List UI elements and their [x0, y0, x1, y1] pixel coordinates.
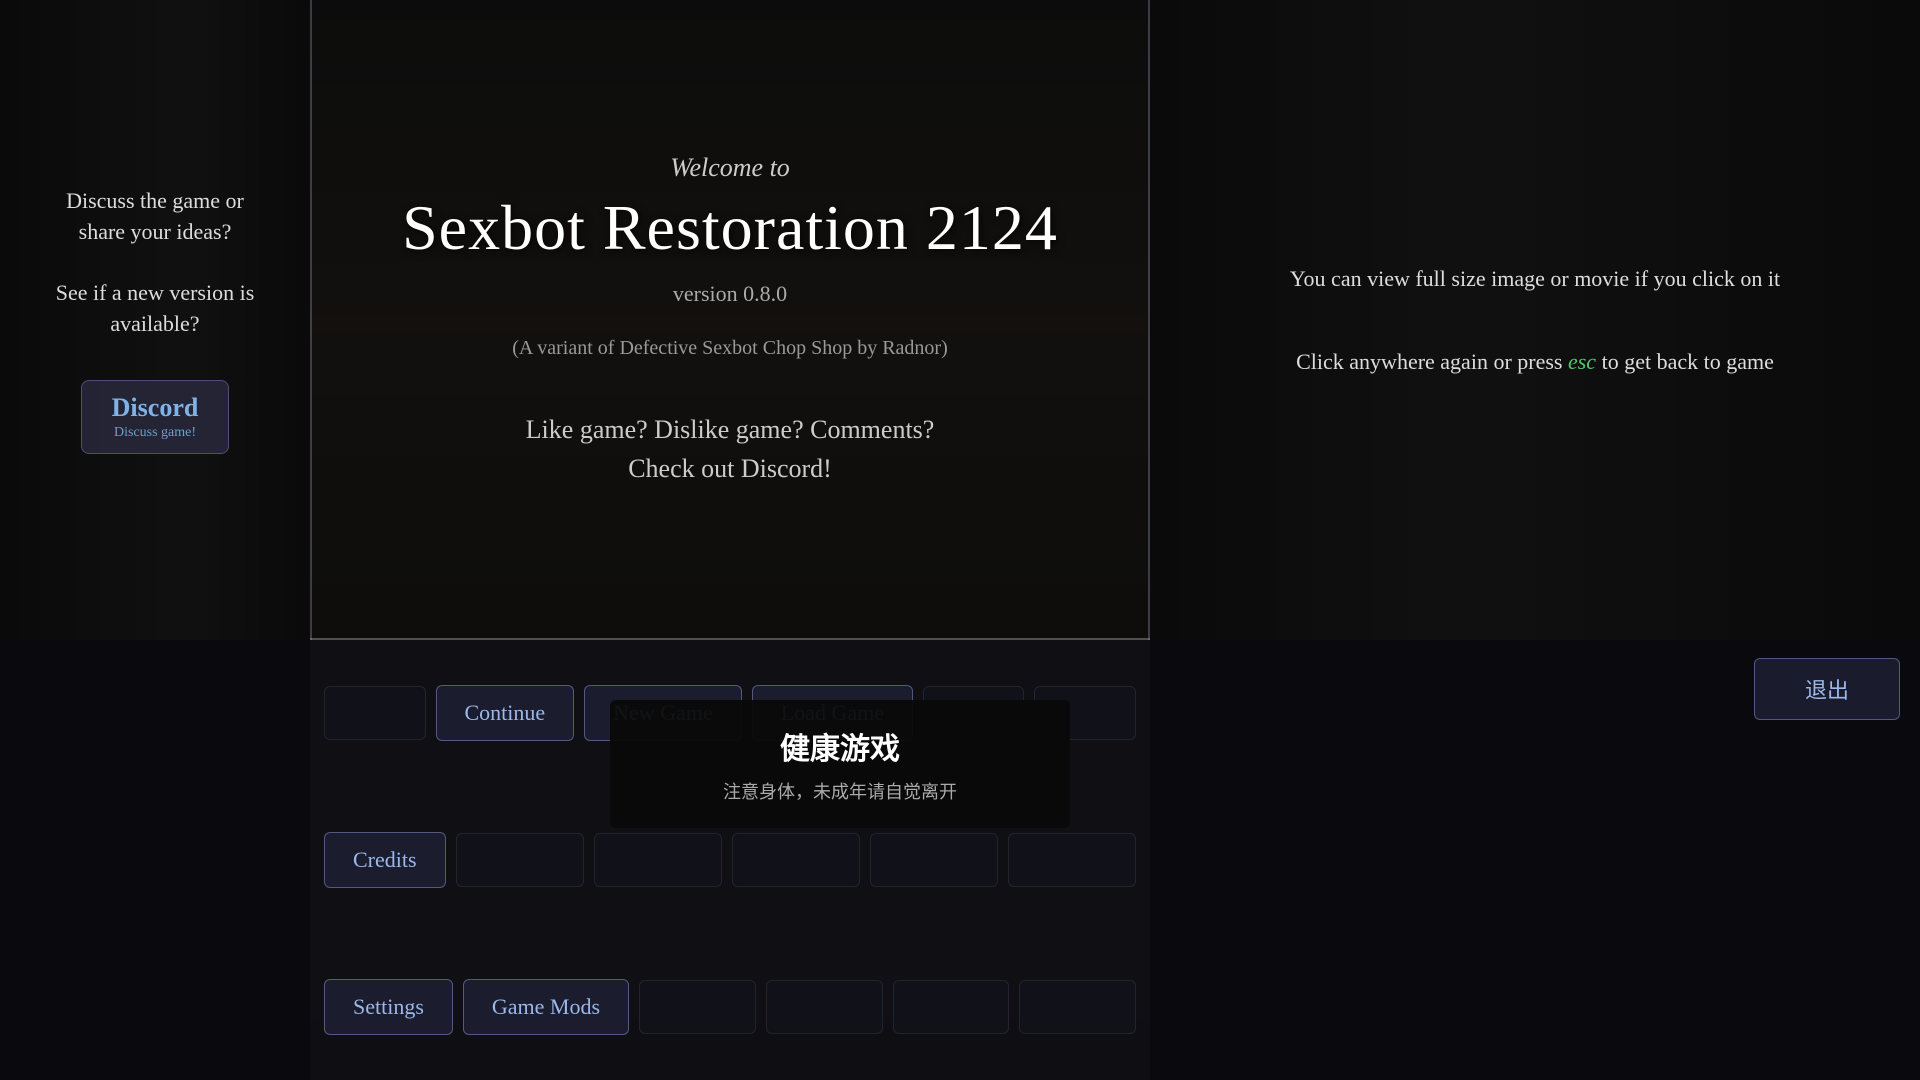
discuss-text: Discuss the game orshare your ideas?See … — [56, 186, 255, 340]
discord-button[interactable]: Discord Discuss game! — [81, 380, 230, 454]
empty-slot-9 — [639, 980, 756, 1034]
empty-slot-7 — [870, 833, 998, 887]
quit-button[interactable]: 退出 — [1754, 658, 1900, 720]
game-title: Sexbot Restoration 2124 — [402, 191, 1058, 265]
empty-slot-8 — [1008, 833, 1136, 887]
bottom-right-panel: 退出 — [1150, 640, 1920, 1080]
health-warning: 健康游戏 注意身体，未成年请自觉离开 — [610, 700, 1070, 828]
empty-slot-4 — [456, 833, 584, 887]
empty-slot-12 — [1019, 980, 1136, 1034]
tip2-before: Click anywhere again or press — [1296, 349, 1568, 374]
tip1-text: You can view full size image or movie if… — [1290, 262, 1780, 295]
discord-prompt-line2: Check out Discord! — [628, 454, 832, 483]
discord-sub-label: Discuss game! — [112, 425, 199, 441]
discord-prompt: Like game? Dislike game? Comments? Check… — [526, 410, 935, 488]
variant-text: (A variant of Defective Sexbot Chop Shop… — [512, 337, 947, 360]
discuss-text-content: Discuss the game orshare your ideas?See … — [56, 188, 255, 336]
credits-button[interactable]: Credits — [324, 832, 446, 888]
empty-slot-5 — [594, 833, 722, 887]
empty-slot-1 — [324, 686, 426, 740]
left-sidebar: Discuss the game orshare your ideas?See … — [0, 0, 310, 640]
esc-key: esc — [1568, 349, 1596, 374]
version-label: version 0.8.0 — [673, 281, 787, 307]
health-warning-subtitle: 注意身体，未成年请自觉离开 — [640, 778, 1040, 804]
bottom-left-panel — [0, 640, 310, 1080]
left-divider — [310, 0, 312, 640]
right-divider — [1148, 0, 1150, 640]
continue-button[interactable]: Continue — [436, 685, 575, 741]
welcome-label: Welcome to — [670, 153, 790, 183]
tip2-after: to get back to game — [1596, 349, 1774, 374]
health-warning-title: 健康游戏 — [640, 724, 1040, 768]
button-row-3: Settings Game Mods — [310, 933, 1150, 1080]
game-mods-button[interactable]: Game Mods — [463, 979, 629, 1035]
center-content: Welcome to Sexbot Restoration 2124 versi… — [310, 0, 1150, 640]
discord-prompt-line1: Like game? Dislike game? Comments? — [526, 415, 935, 444]
tip2-text: Click anywhere again or press esc to get… — [1296, 345, 1774, 378]
empty-slot-10 — [766, 980, 883, 1034]
discord-label: Discord — [112, 393, 199, 423]
empty-slot-6 — [732, 833, 860, 887]
settings-button[interactable]: Settings — [324, 979, 453, 1035]
right-sidebar: You can view full size image or movie if… — [1150, 0, 1920, 640]
empty-slot-11 — [893, 980, 1010, 1034]
